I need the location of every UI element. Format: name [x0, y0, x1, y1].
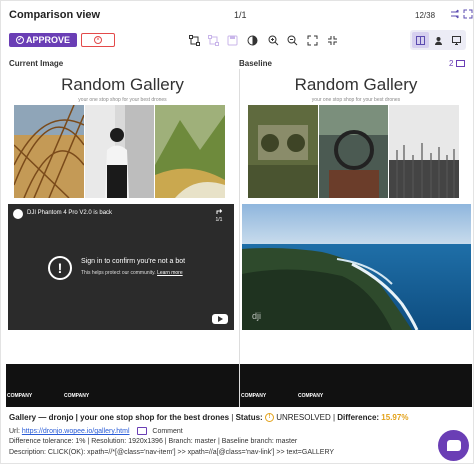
description-row: Description: CLICK(OK): xpath=//*[@class… — [9, 449, 335, 456]
gallery-title: Random Gallery — [294, 75, 418, 94]
baseline-label: Baseline — [239, 59, 272, 68]
page-counter: 1/1 — [234, 10, 247, 20]
difference-label: Difference: — [337, 413, 380, 422]
gallery-title: Random Gallery — [61, 75, 184, 94]
overlay-icon — [435, 36, 442, 45]
comparison-view-window: Comparison view 1/1 12/38 ✓ APPROVE × Cu… — [0, 0, 474, 464]
learn-more-link[interactable]: Learn more — [157, 270, 183, 276]
comment-icon[interactable] — [137, 427, 148, 435]
clock-icon: ! — [264, 413, 274, 423]
item-counter: 12/38 — [415, 11, 436, 20]
check-icon: ✓ — [15, 36, 24, 44]
reject-button[interactable]: × — [81, 33, 115, 47]
woman-photo — [85, 105, 154, 198]
warning-icon: ! — [48, 256, 72, 280]
gallery-subtitle: your one stop shop for your best drones — [78, 97, 167, 103]
bot-check-message: Sign in to confirm you're not a bot — [81, 258, 186, 265]
view-mode-group — [410, 30, 466, 50]
side-by-side-icon — [416, 35, 425, 45]
close-circle-icon: × — [94, 36, 102, 44]
info-summary: Gallery — dronjo | your one stop shop fo… — [9, 413, 409, 423]
gallery-footer — [240, 364, 472, 407]
zoom-in-icon[interactable] — [267, 34, 279, 46]
video-title: DJI Phantom 4 Pro V2.0 is back — [27, 210, 113, 216]
difference-value: 15.97% — [381, 413, 409, 422]
foggy-forest-photo — [389, 105, 459, 198]
architecture-photo — [14, 105, 84, 198]
landscape-photo — [155, 105, 225, 198]
help-text: This helps protect our community. Learn … — [81, 270, 183, 276]
url-link[interactable]: https://dronjo.wopee.io/gallery.html — [22, 428, 130, 435]
status-value: UNRESOLVED — [276, 413, 331, 422]
chat-bubble-icon — [446, 440, 461, 451]
fit-to-screen-icon[interactable] — [306, 34, 318, 46]
car-interior-photo — [319, 105, 388, 198]
youtube-embed[interactable]: DJI Phantom 4 Pro V2.0 is back 1/1 ! Sig… — [8, 204, 234, 330]
status-label: Status: — [235, 413, 263, 422]
share-count: 1/1 — [215, 217, 223, 223]
coastline-photo: dji — [242, 204, 471, 330]
actual-size-icon[interactable] — [326, 34, 338, 46]
zoom-out-icon[interactable] — [286, 34, 298, 46]
footer-company-label: COMPANY — [64, 393, 90, 399]
header: Comparison view 1/1 12/38 — [1, 1, 474, 29]
footer-company-label: COMPANY — [241, 393, 267, 399]
page-title: Comparison view — [9, 9, 101, 21]
footer-company-label: COMPANY — [7, 393, 33, 399]
select-area-tool-icon[interactable] — [188, 34, 200, 46]
url-label: Url: — [9, 427, 20, 435]
save-icon[interactable] — [226, 34, 238, 46]
footer-company-label: COMPANY — [298, 393, 324, 399]
machinery-photo — [248, 105, 318, 198]
gallery-footer — [6, 364, 239, 407]
fullscreen-icon[interactable] — [463, 9, 473, 19]
comment-button[interactable]: Comment — [152, 428, 182, 435]
diff-view-button[interactable] — [448, 32, 465, 48]
baseline-count[interactable]: 2 — [449, 59, 465, 68]
url-row: Url: https://dronjo.wopee.io/gallery.htm… — [9, 427, 183, 435]
ignore-area-tool-icon[interactable] — [207, 34, 219, 46]
details-row: Difference tolerance: 1% | Resolution: 1… — [9, 438, 298, 445]
gallery-subtitle: your one stop shop for your best drones — [311, 97, 401, 103]
current-image-label: Current Image — [9, 59, 64, 68]
channel-logo — [13, 209, 23, 219]
test-name: Gallery — dronjo | your one stop shop fo… — [9, 413, 230, 422]
monitor-icon — [452, 35, 461, 45]
svg-text:dji: dji — [252, 311, 261, 321]
approve-label: APPROVE — [25, 35, 70, 45]
chat-button[interactable] — [438, 430, 469, 461]
baseline-count-value: 2 — [449, 59, 454, 68]
share-icon — [216, 209, 222, 214]
current-image-panel[interactable]: Random Gallery your one stop shop for yo… — [6, 69, 239, 407]
shuffle-icon[interactable] — [450, 9, 460, 19]
side-by-side-view-button[interactable] — [412, 32, 429, 48]
overlay-view-button[interactable] — [430, 32, 447, 48]
help-text-body: This helps protect our community. — [81, 270, 156, 276]
images-icon — [455, 60, 465, 68]
baseline-panel[interactable]: Random Gallery your one stop shop for yo… — [239, 69, 472, 407]
approve-button[interactable]: ✓ APPROVE — [9, 33, 77, 47]
contrast-toggle-icon[interactable] — [246, 34, 258, 46]
youtube-logo-icon[interactable] — [212, 314, 228, 324]
share-button[interactable]: 1/1 — [214, 209, 224, 223]
